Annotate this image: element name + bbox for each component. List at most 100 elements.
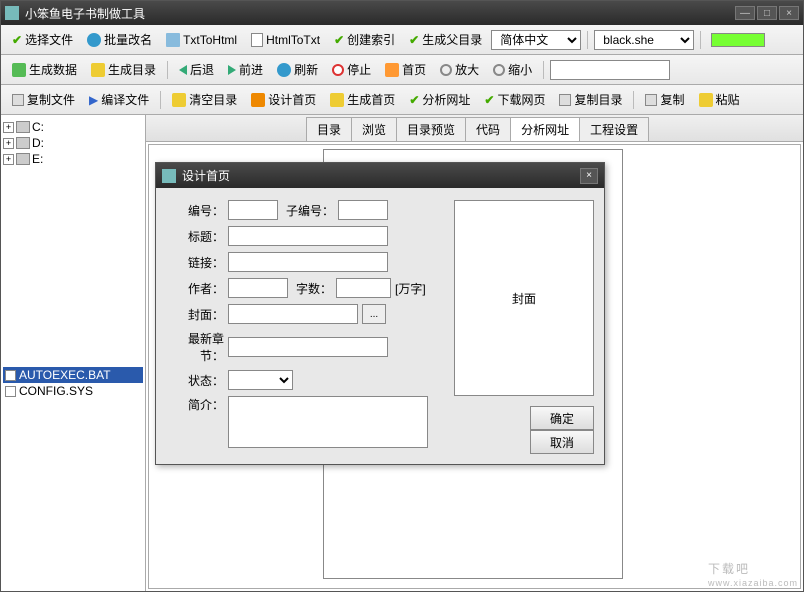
cover-label: 封面： (166, 306, 228, 323)
dialog-close-button[interactable]: × (580, 168, 598, 184)
design-home-button[interactable]: 设计首页 (246, 88, 321, 111)
author-label: 作者： (166, 280, 228, 297)
gen-data-button[interactable]: 生成数据 (7, 58, 82, 81)
id-label: 编号： (166, 202, 228, 219)
tab-directory[interactable]: 目录 (306, 117, 352, 141)
paste-button[interactable]: 粘贴 (694, 88, 745, 111)
toolbar-1: ✔选择文件 批量改名 TxtToHtml HtmlToTxt ✔创建索引 ✔生成… (1, 25, 803, 55)
check-icon: ✔ (409, 33, 419, 47)
zoom-in-button[interactable]: 放大 (435, 58, 484, 81)
gen-parent-dir-button[interactable]: ✔生成父目录 (404, 28, 487, 51)
back-button[interactable]: 后退 (174, 58, 219, 81)
expand-icon[interactable]: + (3, 138, 14, 149)
check-icon: ✔ (484, 93, 494, 107)
app-icon (5, 6, 19, 20)
check-icon: ✔ (334, 33, 344, 47)
intro-label: 简介： (166, 396, 228, 413)
drive-tree: +C: +D: +E: AUTOEXEC.BAT CONFIG.SYS (1, 115, 146, 591)
disk-icon (16, 153, 30, 165)
compile-file-button[interactable]: ▶编译文件 (84, 88, 154, 111)
home-button[interactable]: 首页 (380, 58, 431, 81)
toolbar-3: 复制文件 ▶编译文件 清空目录 设计首页 生成首页 ✔分析网址 ✔下载网页 复制… (1, 85, 803, 115)
copy-icon (12, 94, 24, 106)
dialog-titlebar: 设计首页 × (156, 163, 604, 188)
tab-project-settings[interactable]: 工程设置 (579, 117, 649, 141)
select-file-button[interactable]: ✔选择文件 (7, 28, 78, 51)
copy-dir-button[interactable]: 复制目录 (554, 88, 627, 111)
create-index-button[interactable]: ✔创建索引 (329, 28, 400, 51)
zoom-out-button[interactable]: 缩小 (488, 58, 537, 81)
expand-icon[interactable]: + (3, 154, 14, 165)
stop-button[interactable]: 停止 (327, 58, 376, 81)
tab-browse[interactable]: 浏览 (351, 117, 397, 141)
gen-dir-button[interactable]: 生成目录 (86, 58, 161, 81)
checkbox[interactable] (5, 370, 16, 381)
browse-button[interactable]: ... (362, 304, 386, 324)
disk-icon (16, 121, 30, 133)
tab-dir-preview[interactable]: 目录预览 (396, 117, 466, 141)
sub-id-label: 子编号： (286, 202, 334, 219)
link-label: 链接： (166, 254, 228, 271)
latest-chapter-label: 最新章节： (166, 330, 228, 364)
arrow-right-icon (228, 65, 236, 75)
plus-icon (12, 63, 26, 77)
doc-icon (166, 33, 180, 47)
page-icon (251, 33, 263, 47)
intro-textarea[interactable] (228, 396, 428, 448)
link-input[interactable] (228, 252, 388, 272)
tree-item-d[interactable]: +D: (3, 135, 143, 151)
cover-input[interactable] (228, 304, 358, 324)
tree-item-c[interactable]: +C: (3, 119, 143, 135)
titlebar: 小笨鱼电子书制做工具 — □ × (1, 1, 803, 25)
dialog-icon (162, 169, 176, 183)
design-home-dialog: 设计首页 × 编号： 子编号： 标题： 链接： 作者： 字数： (155, 162, 605, 465)
refresh-button[interactable]: 刷新 (272, 58, 323, 81)
theme-select[interactable]: black.she (594, 30, 694, 50)
txt-to-html-button[interactable]: TxtToHtml (161, 30, 242, 50)
maximize-button[interactable]: □ (757, 6, 777, 20)
title-input[interactable] (228, 226, 388, 246)
status-label: 状态： (166, 372, 228, 389)
status-select[interactable] (228, 370, 293, 390)
gen-home-button[interactable]: 生成首页 (325, 88, 400, 111)
disk-icon (16, 137, 30, 149)
check-icon: ✔ (409, 93, 419, 107)
copy-icon (645, 94, 657, 106)
author-input[interactable] (228, 278, 288, 298)
window-title: 小笨鱼电子书制做工具 (25, 5, 735, 22)
toolbar-2: 生成数据 生成目录 后退 前进 刷新 停止 首页 放大 缩小 (1, 55, 803, 85)
latest-chapter-input[interactable] (228, 337, 388, 357)
copy-button[interactable]: 复制 (640, 88, 689, 111)
file-item[interactable]: CONFIG.SYS (3, 383, 143, 399)
close-button[interactable]: × (779, 6, 799, 20)
download-page-button[interactable]: ✔下载网页 (479, 88, 550, 111)
sub-id-input[interactable] (338, 200, 388, 220)
batch-rename-button[interactable]: 批量改名 (82, 28, 157, 51)
language-select[interactable]: 简体中文 (491, 30, 581, 50)
address-input[interactable] (550, 60, 670, 80)
tab-code[interactable]: 代码 (465, 117, 511, 141)
minimize-button[interactable]: — (735, 6, 755, 20)
cover-preview: 封面 (454, 200, 594, 396)
expand-icon[interactable]: + (3, 122, 14, 133)
checkbox[interactable] (5, 386, 16, 397)
id-input[interactable] (228, 200, 278, 220)
folder-icon (330, 93, 344, 107)
html-to-txt-button[interactable]: HtmlToTxt (246, 30, 325, 50)
ok-button[interactable]: 确定 (530, 406, 594, 430)
content-tabs: 目录 浏览 目录预览 代码 分析网址 工程设置 (146, 115, 803, 142)
tab-analyze-url[interactable]: 分析网址 (510, 117, 580, 141)
tree-item-e[interactable]: +E: (3, 151, 143, 167)
analyze-url-button[interactable]: ✔分析网址 (404, 88, 475, 111)
forward-button[interactable]: 前进 (223, 58, 268, 81)
file-item[interactable]: AUTOEXEC.BAT (3, 367, 143, 383)
copy-file-button[interactable]: 复制文件 (7, 88, 80, 111)
word-count-input[interactable] (336, 278, 391, 298)
word-count-label: 字数： (296, 280, 332, 297)
cancel-button[interactable]: 取消 (530, 430, 594, 454)
home-icon (385, 63, 399, 77)
clear-dir-button[interactable]: 清空目录 (167, 88, 242, 111)
copy-icon (559, 94, 571, 106)
dialog-title: 设计首页 (182, 167, 580, 184)
word-unit-label: [万字] (395, 280, 426, 297)
